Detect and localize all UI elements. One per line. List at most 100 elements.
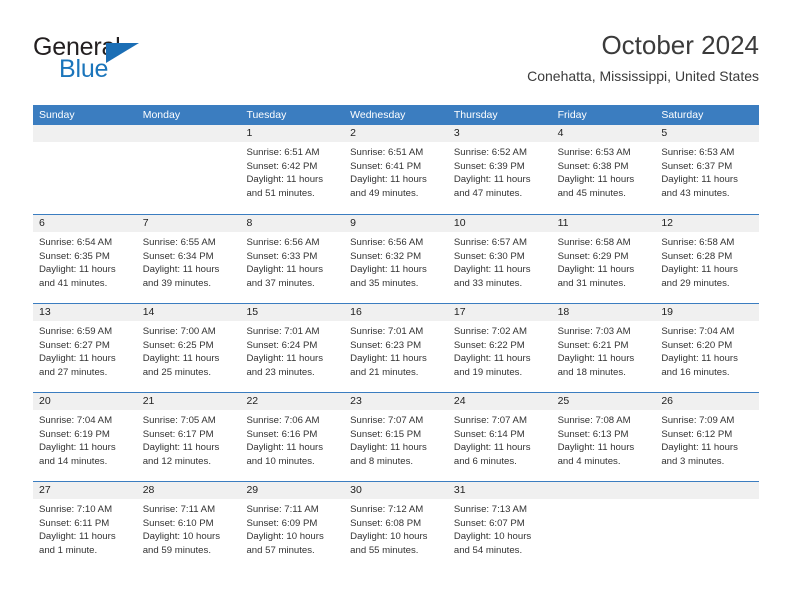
day-number: 14 <box>136 304 241 321</box>
calendar-day-cell[interactable]: 23 Sunrise: 7:07 AM Sunset: 6:15 PM Dayligh… <box>344 393 448 481</box>
day-details <box>552 499 656 503</box>
calendar-day-cell[interactable]: 11 Sunrise: 6:58 AM Sunset: 6:29 PM Dayligh… <box>551 215 656 303</box>
sunset-text: Sunset: 6:38 PM <box>557 160 629 172</box>
daylight-text-line2: and 55 minutes. <box>350 544 419 556</box>
sunset-text: Sunset: 6:09 PM <box>246 517 318 529</box>
day-number: 2 <box>344 125 448 142</box>
calendar-day-cell[interactable]: 1 Sunrise: 6:51 AM Sunset: 6:42 PM Daylight… <box>240 125 345 214</box>
calendar-day-cell[interactable]: 8 Sunrise: 6:56 AM Sunset: 6:33 PM Daylight… <box>240 215 345 303</box>
calendar-day-cell[interactable]: 3 Sunrise: 6:52 AM Sunset: 6:39 PM Daylight… <box>447 125 552 214</box>
sunrise-text: Sunrise: 6:54 AM <box>39 237 113 248</box>
daylight-text-line2: and 12 minutes. <box>142 455 211 467</box>
calendar-day-cell[interactable]: 17 Sunrise: 7:02 AM Sunset: 6:22 PM Dayligh… <box>447 304 552 392</box>
calendar-day-cell[interactable]: 26 Sunrise: 7:09 AM Sunset: 6:12 PM Dayligh… <box>655 393 760 481</box>
calendar-day-cell[interactable]: 31 Sunrise: 7:13 AM Sunset: 6:07 PM Dayligh… <box>447 482 552 570</box>
sunrise-text: Sunrise: 7:11 AM <box>142 504 216 515</box>
daylight-text-line1: Daylight: 11 hours <box>39 531 116 543</box>
day-details: Sunrise: 7:07 AM Sunset: 6:15 PM Daylight:… <box>344 410 448 468</box>
day-number: 30 <box>344 482 448 499</box>
sunrise-text: Sunrise: 7:03 AM <box>557 326 631 337</box>
calendar-day-cell[interactable]: 9 Sunrise: 6:56 AM Sunset: 6:32 PM Daylight… <box>344 215 448 303</box>
calendar-week-row: 6 Sunrise: 6:54 AM Sunset: 6:35 PM Daylight… <box>33 214 760 303</box>
day-number: 12 <box>655 215 760 232</box>
daylight-text-line2: and 6 minutes. <box>453 455 517 467</box>
calendar-day-cell-empty <box>33 125 137 214</box>
sunrise-text: Sunrise: 7:13 AM <box>453 504 527 515</box>
calendar-day-cell[interactable]: 15 Sunrise: 7:01 AM Sunset: 6:24 PM Dayligh… <box>240 304 345 392</box>
day-number: 16 <box>344 304 448 321</box>
sunset-text: Sunset: 6:24 PM <box>246 339 318 351</box>
sunset-text: Sunset: 6:28 PM <box>661 250 733 262</box>
calendar-day-cell[interactable]: 24 Sunrise: 7:07 AM Sunset: 6:14 PM Dayligh… <box>447 393 552 481</box>
calendar-day-cell[interactable]: 6 Sunrise: 6:54 AM Sunset: 6:35 PM Daylight… <box>33 215 137 303</box>
sunrise-text: Sunrise: 6:56 AM <box>350 237 424 248</box>
day-number: 22 <box>240 393 345 410</box>
day-details: Sunrise: 6:53 AM Sunset: 6:38 PM Daylight:… <box>552 142 656 200</box>
daylight-text-line2: and 41 minutes. <box>39 277 108 289</box>
calendar-day-cell-empty <box>655 482 760 570</box>
day-number: 1 <box>240 125 345 142</box>
daylight-text-line2: and 29 minutes. <box>661 277 730 289</box>
sunset-text: Sunset: 6:15 PM <box>350 428 422 440</box>
sunset-text: Sunset: 6:17 PM <box>142 428 214 440</box>
day-details: Sunrise: 7:12 AM Sunset: 6:08 PM Daylight:… <box>344 499 448 557</box>
calendar-day-cell[interactable]: 7 Sunrise: 6:55 AM Sunset: 6:34 PM Daylight… <box>136 215 241 303</box>
day-details: Sunrise: 7:08 AM Sunset: 6:13 PM Daylight:… <box>552 410 656 468</box>
calendar-day-cell[interactable]: 4 Sunrise: 6:53 AM Sunset: 6:38 PM Daylight… <box>551 125 656 214</box>
calendar-day-cell[interactable]: 29 Sunrise: 7:11 AM Sunset: 6:09 PM Dayligh… <box>240 482 345 570</box>
day-details: Sunrise: 7:11 AM Sunset: 6:09 PM Daylight:… <box>240 499 344 557</box>
sunrise-text: Sunrise: 7:01 AM <box>350 326 424 337</box>
sunrise-text: Sunrise: 7:07 AM <box>350 415 424 426</box>
calendar-day-cell[interactable]: 28 Sunrise: 7:11 AM Sunset: 6:10 PM Dayligh… <box>136 482 241 570</box>
daylight-text-line2: and 54 minutes. <box>453 544 523 556</box>
calendar-day-cell[interactable]: 12 Sunrise: 6:58 AM Sunset: 6:28 PM Dayligh… <box>655 215 760 303</box>
calendar-table: Sunday Monday Tuesday Wednesday Thursday… <box>33 105 760 570</box>
day-details: Sunrise: 7:04 AM Sunset: 6:20 PM Daylight:… <box>655 321 759 379</box>
sunset-text: Sunset: 6:16 PM <box>246 428 318 440</box>
calendar-day-cell[interactable]: 25 Sunrise: 7:08 AM Sunset: 6:13 PM Dayligh… <box>551 393 656 481</box>
sunrise-text: Sunrise: 6:58 AM <box>661 237 735 248</box>
daylight-text-line1: Daylight: 11 hours <box>142 353 220 365</box>
daylight-text-line2: and 43 minutes. <box>661 187 730 199</box>
calendar-week-row: 20 Sunrise: 7:04 AM Sunset: 6:19 PM Dayligh… <box>33 392 760 481</box>
daylight-text-line2: and 51 minutes. <box>246 187 315 199</box>
sunset-text: Sunset: 6:10 PM <box>142 517 214 529</box>
sunrise-text: Sunrise: 7:09 AM <box>661 415 735 426</box>
calendar-day-cell[interactable]: 20 Sunrise: 7:04 AM Sunset: 6:19 PM Dayligh… <box>33 393 137 481</box>
daylight-text-line2: and 45 minutes. <box>557 187 626 199</box>
daylight-text-line2: and 27 minutes. <box>39 366 108 378</box>
calendar-day-cell[interactable]: 22 Sunrise: 7:06 AM Sunset: 6:16 PM Dayligh… <box>240 393 345 481</box>
day-number: 27 <box>33 482 137 499</box>
calendar-day-cell[interactable]: 2 Sunrise: 6:51 AM Sunset: 6:41 PM Daylight… <box>344 125 448 214</box>
sunset-text: Sunset: 6:35 PM <box>39 250 110 262</box>
calendar-day-cell[interactable]: 18 Sunrise: 7:03 AM Sunset: 6:21 PM Dayligh… <box>551 304 656 392</box>
day-details: Sunrise: 7:07 AM Sunset: 6:14 PM Daylight:… <box>448 410 552 468</box>
calendar-day-cell[interactable]: 5 Sunrise: 6:53 AM Sunset: 6:37 PM Daylight… <box>655 125 760 214</box>
general-blue-logo[interactable]: General Blue <box>33 33 213 85</box>
calendar-day-cell[interactable]: 16 Sunrise: 7:01 AM Sunset: 6:23 PM Dayligh… <box>344 304 448 392</box>
daylight-text-line1: Daylight: 11 hours <box>350 353 427 365</box>
calendar-day-cell[interactable]: 21 Sunrise: 7:05 AM Sunset: 6:17 PM Dayligh… <box>136 393 241 481</box>
day-details: Sunrise: 6:51 AM Sunset: 6:42 PM Daylight:… <box>240 142 344 200</box>
sunset-text: Sunset: 6:25 PM <box>142 339 214 351</box>
daylight-text-line1: Daylight: 11 hours <box>246 264 324 276</box>
calendar-day-cell[interactable]: 27 Sunrise: 7:10 AM Sunset: 6:11 PM Dayligh… <box>33 482 137 570</box>
sunrise-text: Sunrise: 7:12 AM <box>350 504 424 515</box>
weekday-header-saturday: Saturday <box>661 109 704 121</box>
calendar-day-cell[interactable]: 14 Sunrise: 7:00 AM Sunset: 6:25 PM Dayligh… <box>136 304 241 392</box>
daylight-text-line1: Daylight: 11 hours <box>557 264 635 276</box>
calendar-day-cell[interactable]: 13 Sunrise: 6:59 AM Sunset: 6:27 PM Dayligh… <box>33 304 137 392</box>
sunrise-text: Sunrise: 7:08 AM <box>557 415 631 426</box>
day-number: 24 <box>447 393 552 410</box>
daylight-text-line2: and 23 minutes. <box>246 366 315 378</box>
calendar-day-cell[interactable]: 10 Sunrise: 6:57 AM Sunset: 6:30 PM Dayligh… <box>447 215 552 303</box>
weekday-header-monday: Monday <box>142 109 181 121</box>
sunset-text: Sunset: 6:29 PM <box>557 250 629 262</box>
calendar-day-cell[interactable]: 19 Sunrise: 7:04 AM Sunset: 6:20 PM Dayligh… <box>655 304 760 392</box>
day-details: Sunrise: 6:56 AM Sunset: 6:33 PM Daylight:… <box>240 232 344 290</box>
day-number: 13 <box>33 304 137 321</box>
sunset-text: Sunset: 6:33 PM <box>246 250 318 262</box>
day-number: 28 <box>136 482 241 499</box>
day-details <box>137 142 241 146</box>
calendar-day-cell[interactable]: 30 Sunrise: 7:12 AM Sunset: 6:08 PM Dayligh… <box>344 482 448 570</box>
